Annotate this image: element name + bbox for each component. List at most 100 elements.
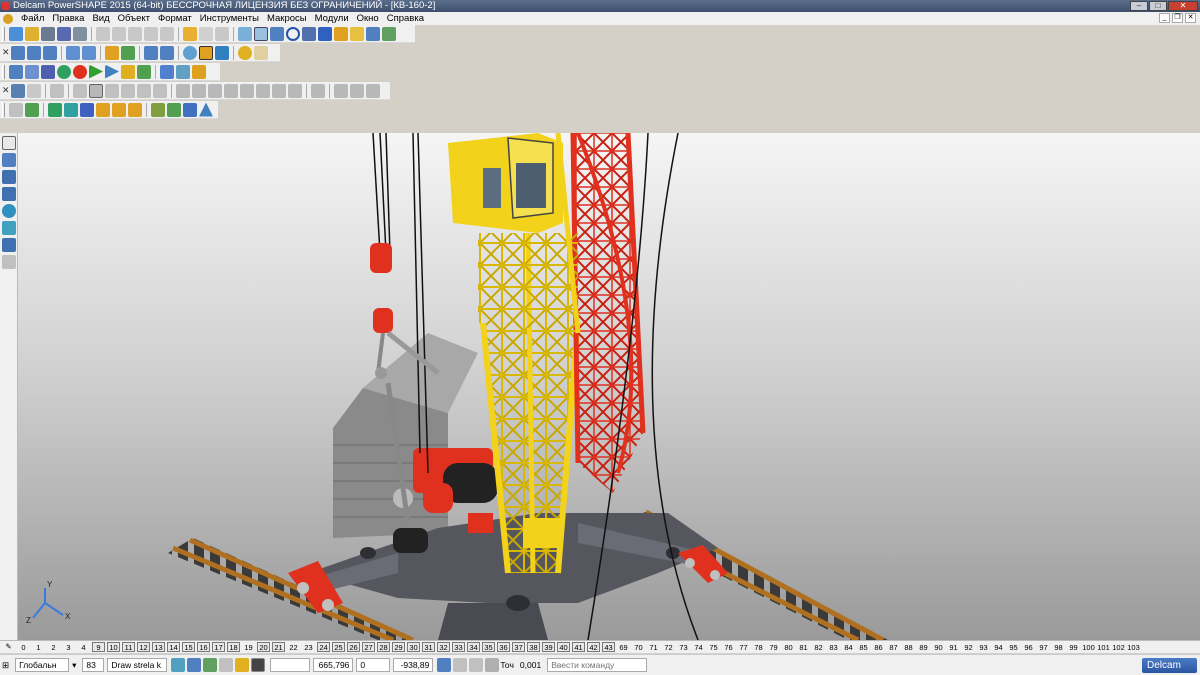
copy-icon[interactable] xyxy=(112,26,126,41)
level-97[interactable]: 97 xyxy=(1037,643,1050,653)
wireframe-icon[interactable] xyxy=(318,26,332,41)
level-87[interactable]: 87 xyxy=(887,643,900,653)
transform-icon[interactable] xyxy=(311,83,325,98)
red-sphere-icon[interactable] xyxy=(73,64,87,79)
view-top-icon[interactable] xyxy=(11,45,25,60)
surface-icon[interactable] xyxy=(11,83,25,98)
minimize-icon[interactable]: – xyxy=(1130,1,1148,11)
play-icon[interactable] xyxy=(89,64,103,79)
loft-icon[interactable] xyxy=(137,83,151,98)
circle-icon[interactable] xyxy=(286,26,300,41)
level-71[interactable]: 71 xyxy=(647,643,660,653)
app-icon[interactable] xyxy=(2,2,10,10)
model-icon[interactable] xyxy=(41,64,55,79)
level-2[interactable]: 2 xyxy=(47,643,60,653)
doc-minimize-icon[interactable]: _ xyxy=(1159,13,1170,23)
snap-icon[interactable] xyxy=(171,658,186,672)
level-102[interactable]: 102 xyxy=(1112,643,1125,653)
level-38[interactable]: 38 xyxy=(527,641,540,652)
level-93[interactable]: 93 xyxy=(977,643,990,653)
level-78[interactable]: 78 xyxy=(752,643,765,653)
level-84[interactable]: 84 xyxy=(842,643,855,653)
workplane-toggle-icon[interactable] xyxy=(437,658,452,672)
close-toolbar-icon[interactable]: ✕ xyxy=(2,47,10,58)
repeat-icon[interactable] xyxy=(215,26,229,41)
assembly-icon[interactable] xyxy=(48,102,62,117)
dimension-tool-icon[interactable] xyxy=(2,238,16,252)
zoom-icon[interactable] xyxy=(105,45,119,60)
offset-icon[interactable] xyxy=(288,83,302,98)
sphere-icon[interactable] xyxy=(57,64,71,79)
level-99[interactable]: 99 xyxy=(1067,643,1080,653)
trim-icon[interactable] xyxy=(27,83,41,98)
level-9[interactable]: 9 xyxy=(92,641,105,652)
level-18[interactable]: 18 xyxy=(227,641,240,652)
surface-tool-icon[interactable] xyxy=(2,204,16,218)
level-100[interactable]: 100 xyxy=(1082,643,1095,653)
undo-icon[interactable] xyxy=(183,26,197,41)
hand-icon[interactable] xyxy=(254,45,268,60)
coord-x-field[interactable]: 665,796 xyxy=(313,658,354,672)
level-89[interactable]: 89 xyxy=(917,643,930,653)
coord-y-field[interactable]: 0 xyxy=(356,658,391,672)
level-13[interactable]: 13 xyxy=(152,641,165,652)
arc-tool-icon[interactable] xyxy=(2,187,16,201)
doc-close-icon[interactable]: ✕ xyxy=(1185,13,1196,23)
command-input[interactable] xyxy=(547,658,648,672)
annotation-tool-icon[interactable] xyxy=(2,255,16,269)
new-file-icon[interactable] xyxy=(9,26,23,41)
level-12[interactable]: 12 xyxy=(137,641,150,652)
calc-icon[interactable] xyxy=(176,64,190,79)
toolbar-grip-3[interactable] xyxy=(2,102,5,117)
level-manager-icon[interactable]: ✎ xyxy=(2,642,15,652)
toolbar-grip-2[interactable] xyxy=(2,64,5,79)
level-33[interactable]: 33 xyxy=(452,641,465,652)
level-11[interactable]: 11 xyxy=(122,641,135,652)
level-29[interactable]: 29 xyxy=(392,641,405,652)
menu-modules[interactable]: Модули xyxy=(311,13,353,24)
level-88[interactable]: 88 xyxy=(902,643,915,653)
scale-icon[interactable] xyxy=(350,83,364,98)
forward-icon[interactable] xyxy=(105,64,119,79)
shaded-icon[interactable] xyxy=(334,26,348,41)
extrude-icon[interactable] xyxy=(89,83,103,98)
zoom-out-icon[interactable] xyxy=(160,45,174,60)
zoom-fit-icon[interactable] xyxy=(121,45,135,60)
solid-icon[interactable] xyxy=(50,83,64,98)
level-90[interactable]: 90 xyxy=(932,643,945,653)
view-iso-icon[interactable] xyxy=(66,45,80,60)
split-icon[interactable] xyxy=(256,83,270,98)
level-icon[interactable] xyxy=(9,64,23,79)
level-20[interactable]: 20 xyxy=(257,641,270,652)
level-76[interactable]: 76 xyxy=(722,643,735,653)
delete-icon[interactable] xyxy=(160,26,174,41)
close-icon[interactable]: ✕ xyxy=(1168,1,1198,11)
component-icon[interactable] xyxy=(9,102,23,117)
cut-icon[interactable] xyxy=(96,26,110,41)
level-95[interactable]: 95 xyxy=(1007,643,1020,653)
curve-icon[interactable] xyxy=(302,26,316,41)
package-icon[interactable] xyxy=(121,64,135,79)
menu-format[interactable]: Формат xyxy=(154,13,196,24)
level-32[interactable]: 32 xyxy=(437,641,450,652)
level-30[interactable]: 30 xyxy=(407,641,420,652)
level-79[interactable]: 79 xyxy=(767,643,780,653)
layer-icon[interactable] xyxy=(25,64,39,79)
zoom-in-icon[interactable] xyxy=(144,45,158,60)
menu-macros[interactable]: Макросы xyxy=(263,13,311,24)
mate-icon[interactable] xyxy=(80,102,94,117)
level-82[interactable]: 82 xyxy=(812,643,825,653)
level-0[interactable]: 0 xyxy=(17,643,30,653)
grid-icon[interactable] xyxy=(137,64,151,79)
lasso-select-icon[interactable] xyxy=(270,26,284,41)
part-icon[interactable] xyxy=(96,102,110,117)
boolean-sub-icon[interactable] xyxy=(192,83,206,98)
library-icon[interactable] xyxy=(112,102,126,117)
level-101[interactable]: 101 xyxy=(1097,643,1110,653)
paste-icon[interactable] xyxy=(128,26,142,41)
dropdown-arrow-icon[interactable]: ▾ xyxy=(72,660,76,671)
tolerance-value[interactable]: 0,001 xyxy=(520,660,541,670)
constraint-icon[interactable] xyxy=(64,102,78,117)
level-98[interactable]: 98 xyxy=(1052,643,1065,653)
level-10[interactable]: 10 xyxy=(107,641,120,652)
